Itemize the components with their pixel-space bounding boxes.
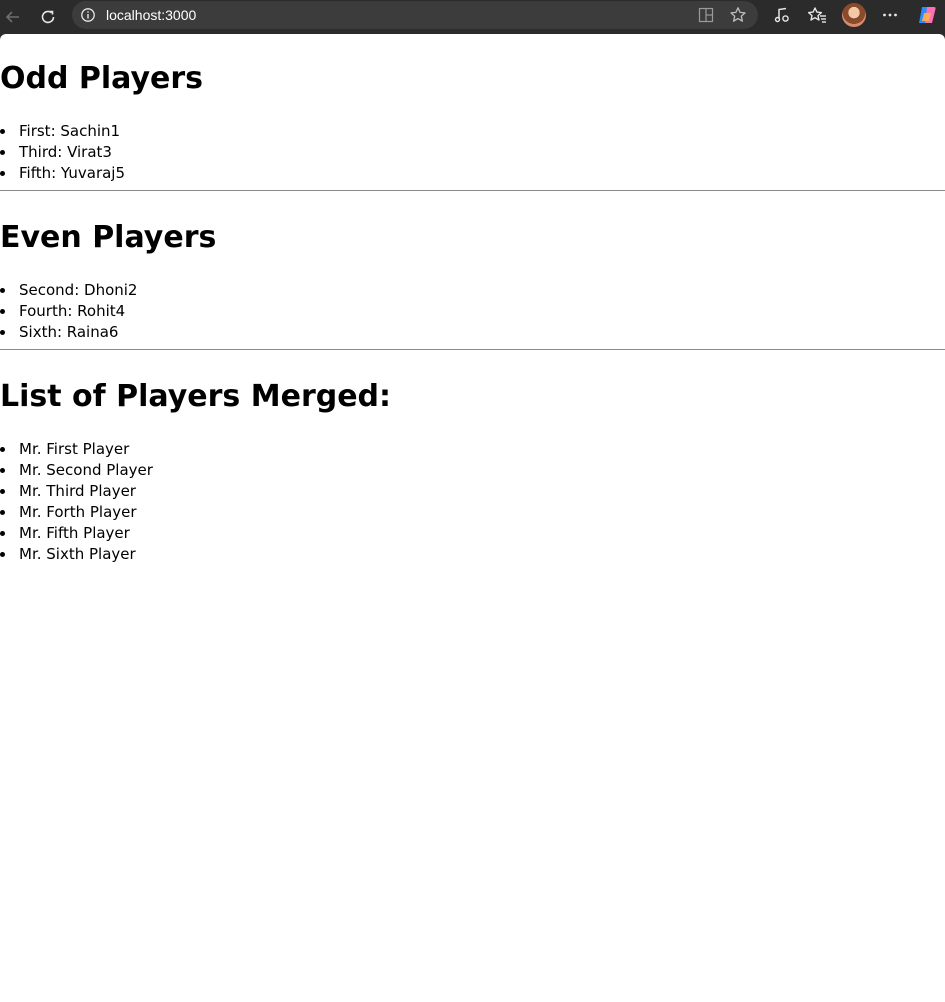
refresh-icon (41, 10, 55, 24)
list-item: Mr. Third Player (0, 481, 153, 502)
list-item: Third: Virat3 (0, 142, 125, 163)
star-icon (730, 7, 746, 22)
divider (0, 190, 945, 191)
merged-players-heading: List of Players Merged: (0, 379, 392, 414)
avatar[interactable] (842, 3, 866, 27)
favorites-button[interactable] (806, 4, 828, 26)
browser-toolbar: localhost:3000 (0, 0, 945, 34)
odd-players-list: First: Sachin1 Third: Virat3 Fifth: Yuva… (0, 121, 125, 184)
url-text[interactable]: localhost:3000 (106, 7, 196, 23)
split-screen-icon (698, 7, 714, 23)
list-item: Mr. Second Player (0, 460, 153, 481)
address-bar[interactable]: localhost:3000 (72, 1, 758, 29)
list-item: Mr. First Player (0, 439, 153, 460)
info-icon[interactable] (80, 7, 96, 23)
copilot-icon (919, 7, 936, 23)
refresh-button[interactable] (36, 5, 60, 29)
list-item: Fifth: Yuvaraj5 (0, 163, 125, 184)
merged-players-list: Mr. First Player Mr. Second Player Mr. T… (0, 439, 153, 565)
even-players-list: Second: Dhoni2 Fourth: Rohit4 Sixth: Rai… (0, 280, 137, 343)
list-item: Sixth: Raina6 (0, 322, 137, 343)
copilot-button[interactable] (916, 4, 938, 26)
favorites-icon (807, 7, 826, 23)
divider (0, 349, 945, 350)
list-item: Second: Dhoni2 (0, 280, 137, 301)
back-icon (5, 11, 19, 23)
music-icon (774, 7, 789, 23)
favorite-button[interactable] (728, 5, 748, 25)
odd-players-heading: Odd Players (0, 61, 204, 96)
list-item: First: Sachin1 (0, 121, 125, 142)
media-button[interactable] (771, 4, 793, 26)
list-item: Mr. Sixth Player (0, 544, 153, 565)
split-screen-button[interactable] (696, 5, 716, 25)
more-icon (883, 13, 897, 17)
list-item: Mr. Forth Player (0, 502, 153, 523)
even-players-heading: Even Players (0, 220, 217, 255)
list-item: Fourth: Rohit4 (0, 301, 137, 322)
back-button[interactable] (1, 5, 25, 29)
list-item: Mr. Fifth Player (0, 523, 153, 544)
more-button[interactable] (879, 4, 901, 26)
page-content: Odd Players First: Sachin1 Third: Virat3… (0, 34, 945, 1002)
